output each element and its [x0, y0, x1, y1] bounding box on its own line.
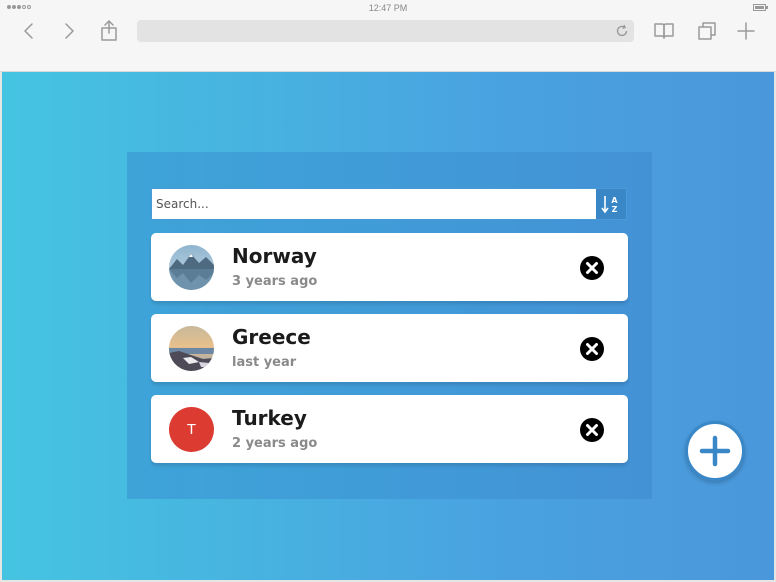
sort-alpha-icon: A Z: [601, 196, 618, 214]
add-button[interactable]: [685, 421, 745, 481]
back-arrow-icon[interactable]: [16, 18, 42, 44]
close-circle-icon: [580, 418, 604, 442]
tabs-icon[interactable]: [694, 18, 720, 44]
avatar-turkey: T: [169, 407, 214, 452]
item-title: Greece: [232, 325, 311, 349]
close-circle-icon: [580, 256, 604, 280]
new-tab-icon[interactable]: [733, 18, 759, 44]
search-input[interactable]: [152, 189, 595, 219]
forward-arrow-icon[interactable]: [56, 18, 82, 44]
status-time: 12:47 PM: [368, 3, 408, 13]
close-circle-icon: [580, 337, 604, 361]
item-title: Turkey: [232, 406, 307, 430]
share-icon[interactable]: [96, 18, 122, 44]
bookmarks-icon[interactable]: [651, 18, 677, 44]
battery-icon: [753, 4, 768, 11]
item-subtitle: last year: [232, 355, 297, 370]
list-item[interactable]: Norway 3 years ago: [151, 233, 628, 301]
search-bar: A Z: [151, 188, 627, 220]
status-bar: 12:47 PM: [0, 0, 776, 16]
item-subtitle: 2 years ago: [232, 436, 318, 451]
app-viewport: A Z: [0, 72, 776, 582]
item-title: Norway: [232, 244, 317, 268]
sort-button[interactable]: A Z: [596, 189, 626, 219]
avatar-greece: [169, 326, 214, 371]
list-item[interactable]: Greece last year: [151, 314, 628, 382]
remove-button[interactable]: [579, 336, 605, 362]
remove-button[interactable]: [579, 417, 605, 443]
reload-icon[interactable]: [615, 24, 629, 38]
svg-text:Z: Z: [612, 205, 618, 214]
remove-button[interactable]: [579, 255, 605, 281]
landscape-photo-icon: [169, 245, 214, 290]
address-bar[interactable]: [137, 20, 634, 42]
avatar-norway: [169, 245, 214, 290]
svg-text:A: A: [611, 196, 618, 205]
plus-icon: [699, 435, 731, 467]
sunset-photo-icon: [169, 326, 214, 371]
list-panel: A Z: [127, 152, 652, 499]
browser-toolbar: 12:47 PM: [0, 0, 776, 72]
item-subtitle: 3 years ago: [232, 274, 318, 289]
avatar-letter: T: [186, 421, 197, 438]
list-item[interactable]: T Turkey 2 years ago: [151, 395, 628, 463]
